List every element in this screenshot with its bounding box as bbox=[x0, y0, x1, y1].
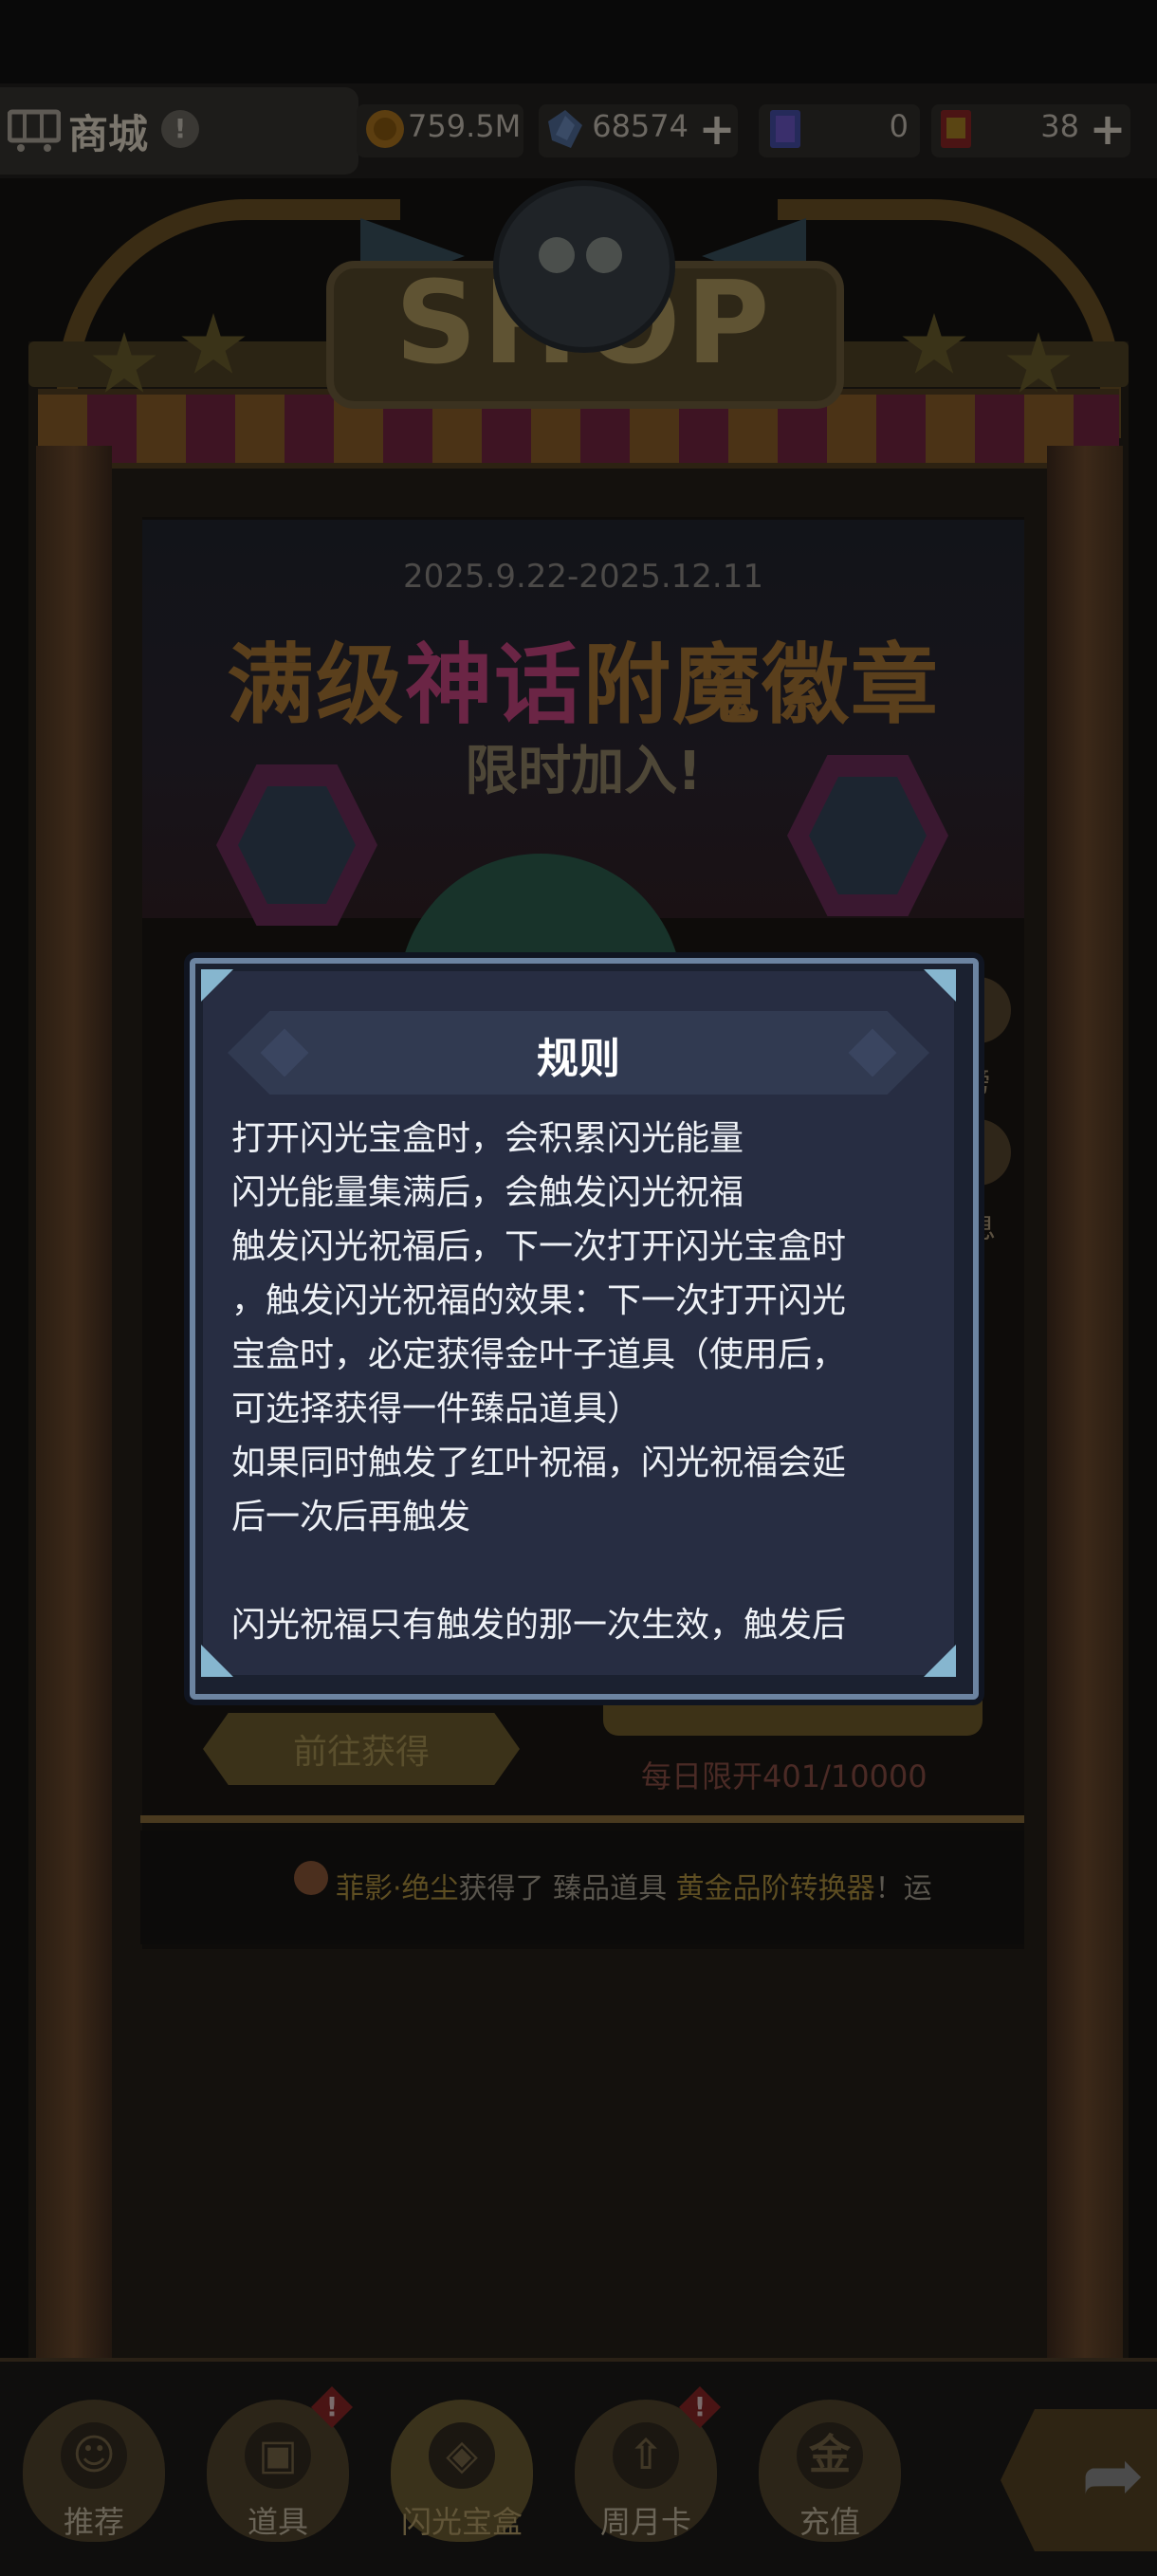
nav-recommend[interactable]: ☺ 推荐 bbox=[23, 2400, 165, 2542]
flash-box-icon: ◈ bbox=[429, 2422, 495, 2489]
rule-line: 触发闪光祝福后，下一次打开闪光宝盒时 bbox=[231, 1227, 847, 1266]
status-bar bbox=[0, 0, 1157, 83]
nav-label: 道具 bbox=[247, 2504, 308, 2540]
rule-line: 可选择获得一件臻品道具） bbox=[231, 1389, 642, 1428]
gold-card-icon bbox=[941, 110, 971, 148]
nav-label: 充值 bbox=[799, 2504, 860, 2540]
ticket-icon bbox=[770, 110, 800, 148]
ticket-amount: 0 bbox=[889, 108, 909, 144]
rule-line: 闪光能量集满后，会触发闪光祝福 bbox=[231, 1173, 744, 1212]
gold-card-add-button[interactable]: + bbox=[1085, 104, 1130, 154]
gold-amount: 759.5M bbox=[408, 108, 522, 144]
rule-line bbox=[231, 1544, 924, 1598]
pillar-left bbox=[36, 446, 112, 2362]
dialog-title: 规则 bbox=[537, 1035, 620, 1083]
share-arrow-icon: ➦ bbox=[1081, 2431, 1146, 2519]
nav-weekly-monthly-card[interactable]: ⇧ 周月卡 ! bbox=[575, 2386, 721, 2542]
card-icon: ⇧ bbox=[613, 2422, 679, 2489]
info-icon[interactable]: ! bbox=[161, 110, 199, 148]
nav-recharge[interactable]: 金 充值 bbox=[759, 2400, 901, 2542]
recommend-icon: ☺ bbox=[61, 2422, 127, 2489]
rule-line: 后一次后再触发 bbox=[231, 1498, 471, 1536]
nav-label: 推荐 bbox=[63, 2504, 124, 2540]
shop-title: 商城 bbox=[68, 111, 149, 157]
crystal-add-button[interactable]: + bbox=[694, 104, 740, 154]
broadcast-icon bbox=[294, 1861, 328, 1895]
goto-obtain-label: 前往获得 bbox=[292, 1733, 430, 1772]
nav-items[interactable]: ▣ 道具 ! bbox=[207, 2386, 353, 2542]
pillar-right bbox=[1047, 446, 1123, 2362]
gold-card-amount: 38 bbox=[1040, 108, 1079, 144]
rule-line: 打开闪光宝盒时，会积累闪光能量 bbox=[231, 1119, 744, 1158]
rule-line: 宝盒时，必定获得金叶子道具（使用后， bbox=[231, 1335, 847, 1374]
rules-text-scroll[interactable]: 打开闪光宝盒时，会积累闪光能量 闪光能量集满后，会触发闪光祝福 触发闪光祝福后，… bbox=[231, 1112, 924, 1648]
cat-eye bbox=[539, 237, 575, 273]
cart-icon bbox=[8, 109, 61, 152]
daily-limit: 每日限开401/10000 bbox=[641, 1758, 927, 1794]
panel-divider bbox=[140, 1815, 1024, 1823]
rule-line: ，触发闪光祝福的效果：下一次打开闪光 bbox=[231, 1281, 847, 1320]
banner-title: 满级神话附魔徽章 bbox=[226, 635, 941, 736]
cat-eye bbox=[586, 237, 622, 273]
recharge-icon: 金 bbox=[797, 2422, 863, 2489]
crystal-icon bbox=[548, 110, 582, 148]
rule-line: 如果同时触发了红叶祝福，闪光祝福会延 bbox=[231, 1444, 847, 1482]
nav-label: 周月卡 bbox=[599, 2504, 691, 2540]
banner-date: 2025.9.22-2025.12.11 bbox=[403, 558, 763, 596]
crystal-amount: 68574 bbox=[592, 108, 689, 144]
nav-label: 闪光宝盒 bbox=[400, 2504, 523, 2540]
items-icon: ▣ bbox=[245, 2422, 311, 2489]
cat-mascot bbox=[493, 180, 675, 353]
nav-flash-box[interactable]: ◈ 闪光宝盒 bbox=[391, 2400, 533, 2542]
gold-coin-icon bbox=[366, 110, 404, 148]
broadcast-text: 菲影·绝尘获得了 臻品道具 黄金品阶转换器！运 bbox=[336, 1872, 932, 1905]
rule-line: 闪光祝福只有触发的那一次生效，触发后 bbox=[231, 1606, 847, 1645]
